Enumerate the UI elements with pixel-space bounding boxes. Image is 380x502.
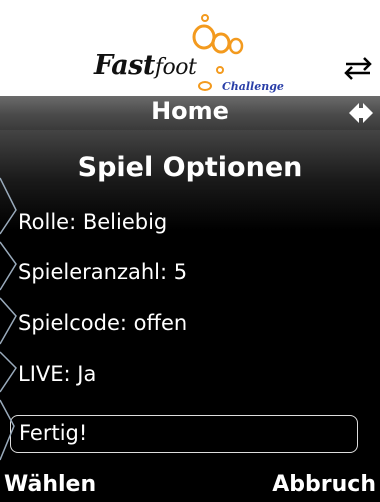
left-right-arrows-icon[interactable] bbox=[347, 99, 375, 127]
softkey-cancel[interactable]: Abbruch bbox=[272, 472, 376, 497]
logo-subtitle: Challenge bbox=[222, 80, 284, 93]
logo-wordmark: Fastfoot bbox=[94, 50, 197, 81]
app-header: Fastfoot Challenge bbox=[0, 0, 380, 96]
done-button[interactable]: Fertig! bbox=[10, 415, 358, 453]
option-role[interactable]: Rolle: Beliebig bbox=[18, 210, 167, 234]
fastfoot-logo: Fastfoot Challenge bbox=[94, 12, 299, 94]
screen-title: Spiel Optionen bbox=[77, 152, 303, 183]
logo-main-text: Fast bbox=[94, 50, 155, 81]
done-button-label: Fertig! bbox=[19, 421, 88, 445]
logo-foot-text: foot bbox=[154, 55, 197, 80]
nav-title: Home bbox=[151, 97, 229, 125]
options-panel: Spiel Optionen Rolle: Beliebig Spieleran… bbox=[0, 130, 380, 502]
option-game-code[interactable]: Spielcode: offen bbox=[18, 311, 187, 335]
swap-arrows-icon[interactable] bbox=[342, 56, 374, 80]
navigation-bar: Home bbox=[0, 96, 380, 130]
softkey-select[interactable]: Wählen bbox=[4, 472, 96, 497]
option-live[interactable]: LIVE: Ja bbox=[18, 362, 96, 386]
option-player-count[interactable]: Spieleranzahl: 5 bbox=[18, 260, 187, 284]
